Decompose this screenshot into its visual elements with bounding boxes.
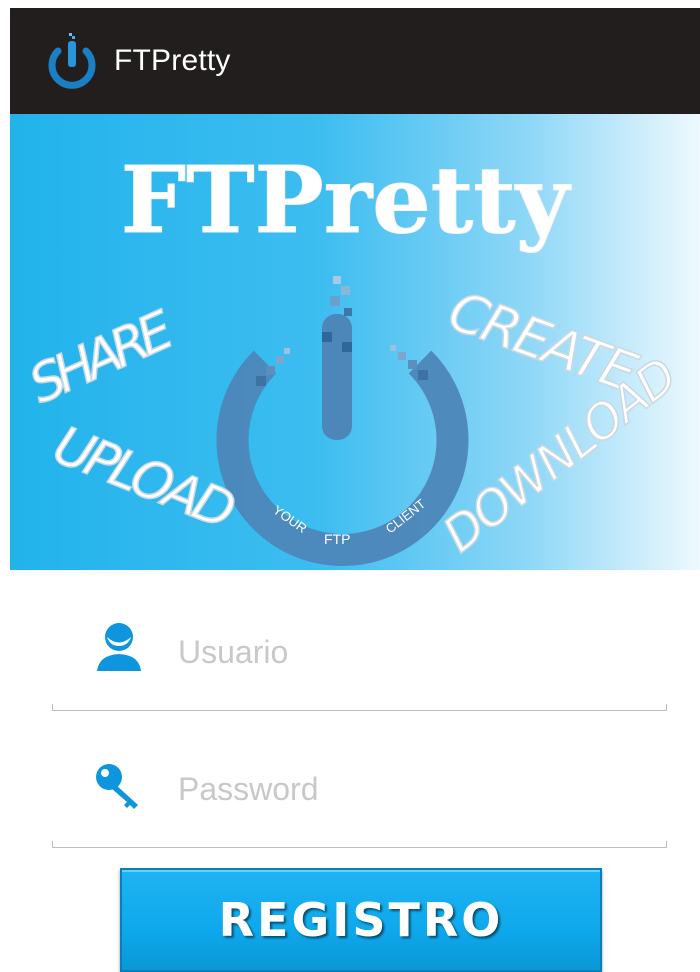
- register-button-label: REGISTRO: [218, 893, 504, 947]
- key-icon: [96, 764, 138, 809]
- action-bar: FTPretty: [10, 8, 700, 114]
- ring-word-ftp: FTP: [324, 531, 350, 547]
- app-title: FTPretty: [114, 44, 231, 77]
- word-share: SHARE: [21, 300, 183, 416]
- word-upload: UPLOAD: [45, 415, 244, 542]
- password-field[interactable]: [52, 737, 667, 848]
- app-logo-icon: [48, 33, 96, 89]
- banner-image: FTPretty YOUR FTP CLIENT SHARE UPLOAD CR…: [10, 114, 700, 570]
- register-button[interactable]: REGISTRO: [120, 868, 602, 972]
- password-input[interactable]: [178, 767, 648, 811]
- status-bar: [0, 0, 700, 8]
- banner-logo-text: FTPretty: [121, 146, 572, 254]
- password-underline: [52, 841, 667, 848]
- username-field[interactable]: [52, 600, 667, 711]
- username-underline: [52, 704, 667, 711]
- username-input[interactable]: [178, 630, 648, 674]
- user-icon: [97, 623, 141, 671]
